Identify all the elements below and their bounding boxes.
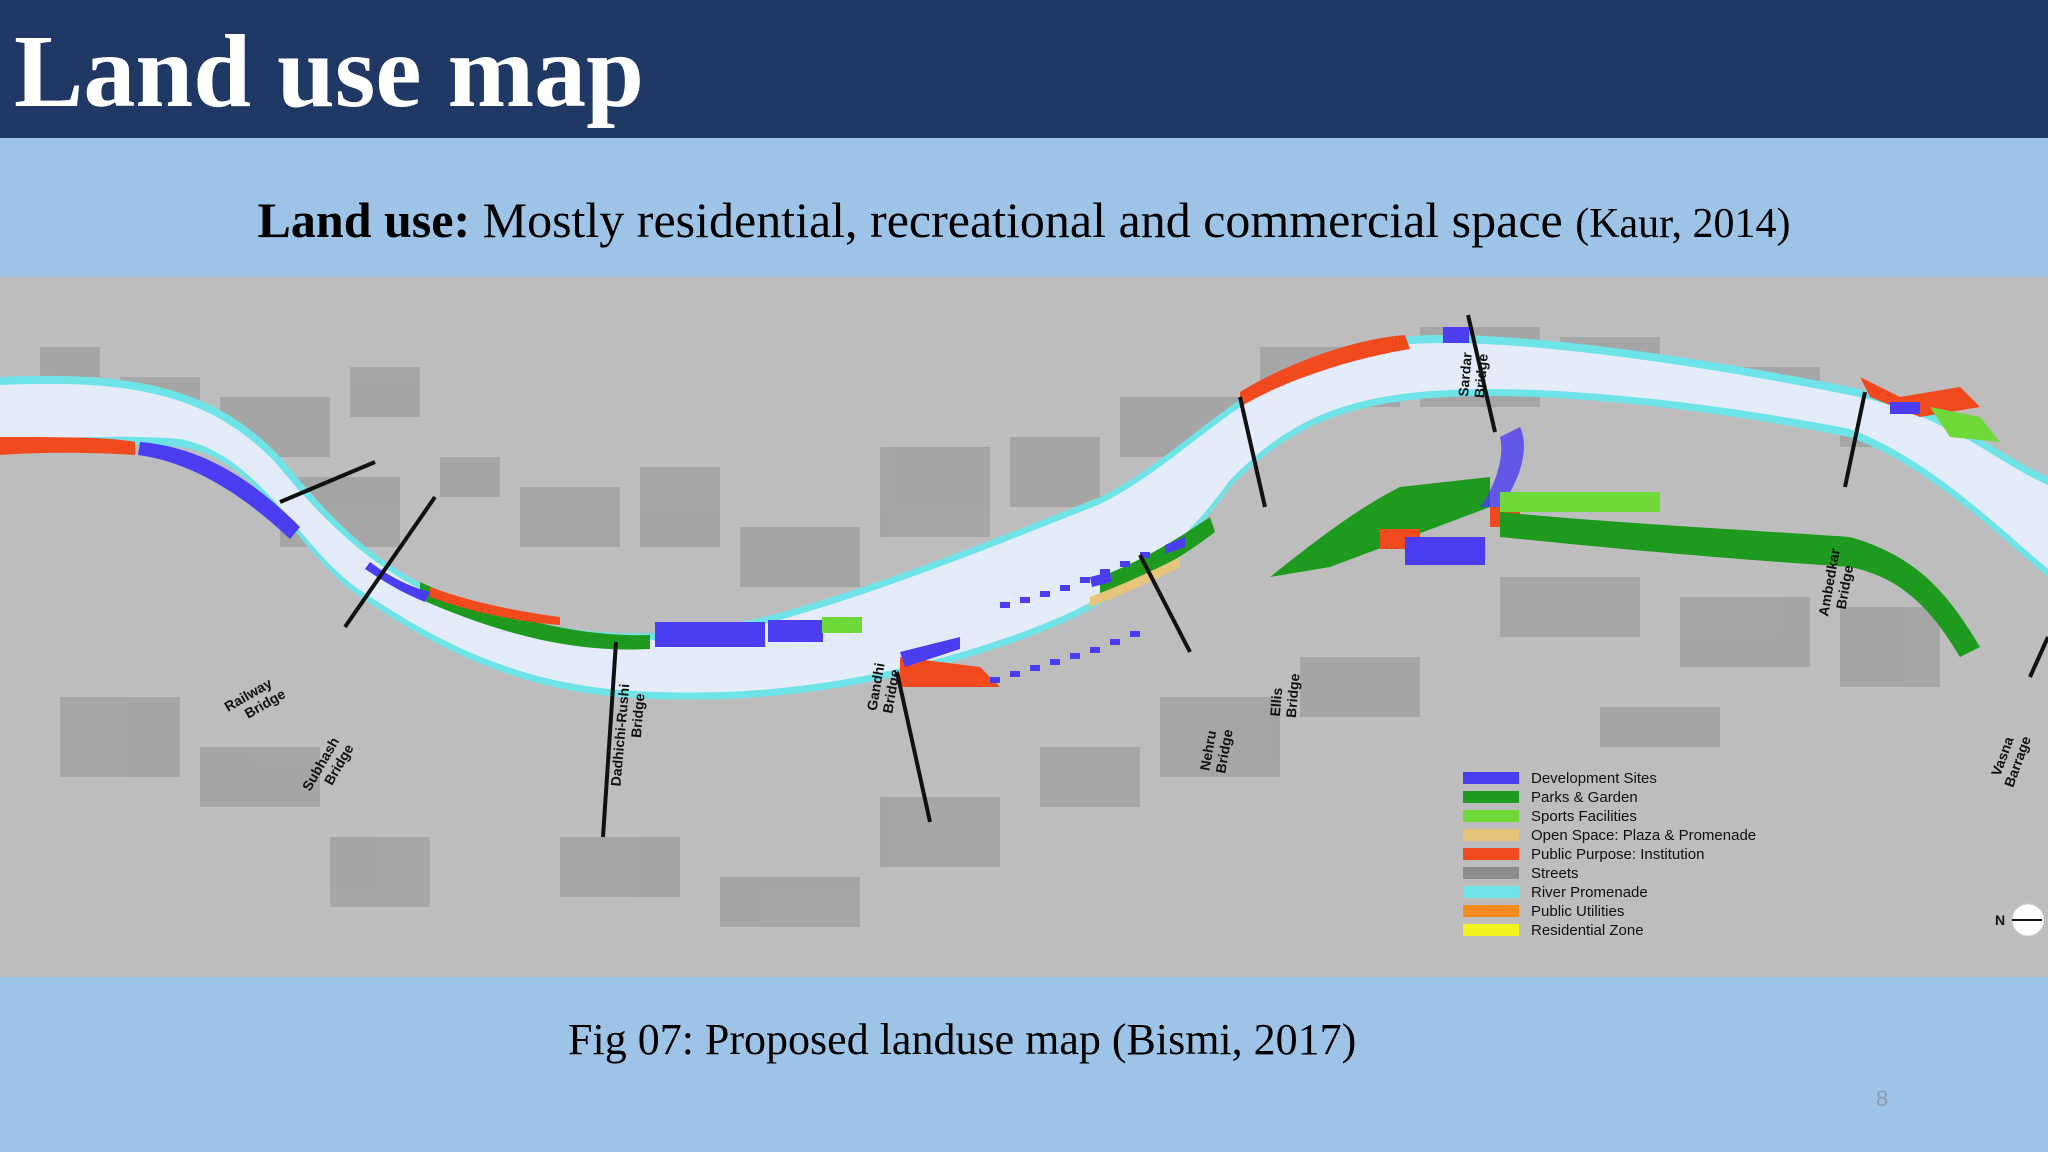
title-bar: Land use map <box>0 0 2048 138</box>
slide-subtitle: Land use: Mostly residential, recreation… <box>0 190 2048 254</box>
legend-swatch <box>1463 905 1519 917</box>
legend-swatch <box>1463 924 1519 936</box>
north-label: N <box>1995 912 2005 928</box>
legend-label: Sports Facilities <box>1531 808 1637 825</box>
legend-swatch <box>1463 848 1519 860</box>
legend-label: Public Utilities <box>1531 903 1624 920</box>
land-use-map: RailwayBridge SubhashBridge Dadhichi-Rus… <box>0 277 2048 977</box>
legend-label: Residential Zone <box>1531 922 1644 939</box>
legend-swatch <box>1463 772 1519 784</box>
legend-swatch <box>1463 829 1519 841</box>
subtitle-text: Mostly residential, recreational and com… <box>470 192 1576 248</box>
map-canvas: RailwayBridge SubhashBridge Dadhichi-Rus… <box>0 277 2048 977</box>
subtitle-citation: (Kaur, 2014) <box>1575 201 1791 247</box>
legend-swatch <box>1463 886 1519 898</box>
subtitle-label: Land use: <box>257 192 471 248</box>
legend-label: Streets <box>1531 865 1579 882</box>
legend-label: Open Space: Plaza & Promenade <box>1531 827 1756 844</box>
bridge-label: SardarBridge <box>1455 351 1491 399</box>
legend-swatch <box>1463 810 1519 822</box>
figure-caption: Fig 07: Proposed landuse map (Bismi, 201… <box>568 1015 1357 1064</box>
page-number: 8 <box>1876 1086 1889 1111</box>
legend-label: River Promenade <box>1531 884 1648 901</box>
legend-label: Public Purpose: Institution <box>1531 846 1704 863</box>
legend-swatch <box>1463 867 1519 879</box>
legend-swatch <box>1463 791 1519 803</box>
slide-title: Land use map <box>14 14 644 129</box>
legend-label: Parks & Garden <box>1531 789 1638 806</box>
legend-label: Development Sites <box>1531 770 1657 787</box>
